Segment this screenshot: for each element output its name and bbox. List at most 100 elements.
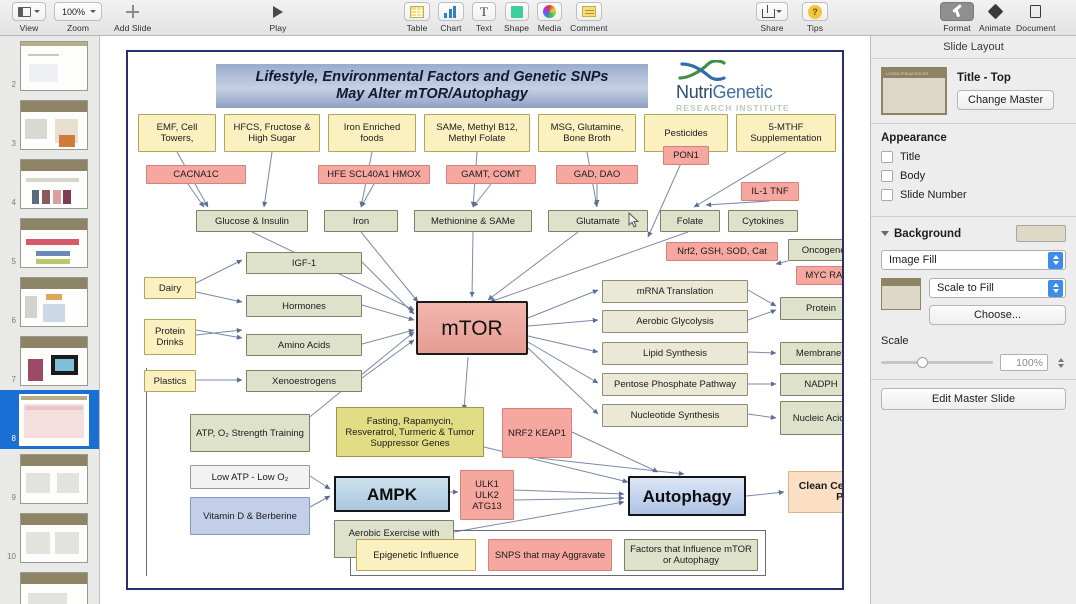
zoom-control[interactable]: 100% Zoom: [54, 2, 103, 33]
edit-master-slide-button[interactable]: Edit Master Slide: [881, 388, 1066, 410]
slide-thumbnail-9[interactable]: 9: [0, 449, 99, 508]
diagram-node-atp[interactable]: ATP, O₂ Strength Training: [190, 414, 310, 452]
diagram-node-aminoacids[interactable]: Amino Acids: [246, 334, 362, 356]
diagram-node-nucleotide[interactable]: Nucleotide Synthesis: [602, 404, 748, 427]
slide-thumbnail-8[interactable]: 8: [0, 390, 99, 449]
tips-button[interactable]: ? Tips: [802, 2, 828, 33]
background-image-thumbnail[interactable]: [881, 278, 921, 310]
background-color-swatch[interactable]: [1016, 225, 1066, 242]
slide-preview[interactable]: [19, 393, 89, 446]
change-master-button[interactable]: Change Master: [957, 90, 1055, 110]
diagram-node-gad[interactable]: GAD, DAO: [556, 165, 638, 184]
diagram-node-xenoestro[interactable]: Xenoestrogens: [246, 370, 362, 392]
diagram-node-igf1[interactable]: IGF-1: [246, 252, 362, 274]
diagram-node-hormones[interactable]: Hormones: [246, 295, 362, 317]
slide-preview[interactable]: [20, 512, 88, 563]
diagram-node-methionine[interactable]: Methionine & SAMe: [414, 210, 532, 232]
diagram-node-hfcs[interactable]: HFCS, Fructose & High Sugar: [224, 114, 320, 152]
diagram-node-nrf2gsh[interactable]: Nrf2, GSH, SOD, Cat: [666, 242, 778, 261]
diagram-node-aerobicgly[interactable]: Aerobic Glycolysis: [602, 310, 748, 333]
diagram-node-pon1[interactable]: PON1: [663, 146, 709, 165]
diagram-node-snps[interactable]: SNPS that may Aggravate: [488, 539, 612, 571]
diagram-node-il1tnf[interactable]: IL-1 TNF: [741, 182, 799, 201]
checkbox-slide-number[interactable]: Slide Number: [881, 189, 1066, 201]
table-button[interactable]: Table: [404, 2, 430, 33]
checkbox-icon[interactable]: [881, 151, 893, 163]
slide-navigator[interactable]: 2 3 4 5 6 7 8 9 10 11: [0, 36, 100, 604]
comment-button[interactable]: Comment: [570, 2, 608, 33]
slide-preview[interactable]: [20, 571, 88, 604]
scale-value-field[interactable]: 100%: [1000, 354, 1048, 371]
shape-button[interactable]: Shape: [504, 2, 529, 33]
fill-type-select[interactable]: Image Fill: [881, 250, 1066, 270]
media-button[interactable]: Media: [537, 2, 563, 33]
diagram-node-hfe[interactable]: HFE SCL40A1 HMOX: [318, 165, 430, 184]
checkbox-body[interactable]: Body: [881, 170, 1066, 182]
slide-preview[interactable]: [20, 99, 88, 150]
master-thumbnail[interactable]: LOREM IPSUM DOLOR: [881, 67, 947, 115]
diagram-node-mycras[interactable]: MYC RAS: [796, 266, 842, 285]
slide-thumbnail-10[interactable]: 10: [0, 508, 99, 567]
diagram-node-pentose[interactable]: Pentose Phosphate Pathway: [602, 373, 748, 396]
animate-button[interactable]: Animate: [978, 2, 1012, 33]
diagram-node-cytokines[interactable]: Cytokines: [728, 210, 798, 232]
diagram-node-gamt[interactable]: GAMT, COMT: [446, 165, 536, 184]
diagram-node-fasting[interactable]: Fasting, Rapamycin, Resveratrol, Turmeri…: [336, 407, 484, 457]
diagram-node-same[interactable]: SAMe, Methyl B12, Methyl Folate: [424, 114, 530, 152]
diagram-node-msg[interactable]: MSG, Glutamine, Bone Broth: [538, 114, 636, 152]
slide-thumbnail-4[interactable]: 4: [0, 154, 99, 213]
diagram-node-vitamind[interactable]: Vitamin D & Berberine: [190, 497, 310, 535]
slide-thumbnail-11[interactable]: 11: [0, 567, 99, 604]
diagram-node-dairy[interactable]: Dairy: [144, 277, 196, 299]
diagram-node-oncogenes[interactable]: Oncogenes: [788, 239, 842, 261]
choose-image-button[interactable]: Choose...: [929, 305, 1066, 325]
slide-preview[interactable]: [20, 40, 88, 91]
format-button[interactable]: Format: [940, 2, 974, 33]
diagram-node-plastics[interactable]: Plastics: [144, 370, 196, 392]
checkbox-title[interactable]: Title: [881, 151, 1066, 163]
diagram-node-autophagy[interactable]: Autophagy: [628, 476, 746, 516]
diagram-node-glucose[interactable]: Glucose & Insulin: [196, 210, 308, 232]
diagram-node-lowatp[interactable]: Low ATP - Low O₂: [190, 465, 310, 489]
diagram-node-ironfoods[interactable]: Iron Enriched foods: [328, 114, 416, 152]
diagram-node-cacna1c[interactable]: CACNA1C: [146, 165, 246, 184]
slide-thumbnail-6[interactable]: 6: [0, 272, 99, 331]
view-button[interactable]: View: [12, 2, 46, 33]
scale-slider[interactable]: [881, 357, 993, 368]
diagram-node-nadph[interactable]: NADPH: [780, 373, 842, 396]
slide-preview[interactable]: [20, 217, 88, 268]
slide-thumbnail-3[interactable]: 3: [0, 95, 99, 154]
diagram-node-lipidsyn[interactable]: Lipid Synthesis: [602, 342, 748, 365]
slider-knob[interactable]: [916, 357, 928, 368]
diagram-node-ampk[interactable]: AMPK: [334, 476, 450, 512]
share-button[interactable]: Share: [756, 2, 788, 33]
scale-mode-select[interactable]: Scale to Fill: [929, 278, 1066, 298]
chart-button[interactable]: Chart: [438, 2, 464, 33]
text-button[interactable]: T Text: [472, 2, 496, 33]
slide-preview[interactable]: [20, 158, 88, 209]
diagram-node-protein_dr[interactable]: Protein Drinks: [144, 319, 196, 355]
diagram-node-nrf2keap1[interactable]: NRF2 KEAP1: [502, 408, 572, 458]
checkbox-icon[interactable]: [881, 170, 893, 182]
diagram-node-mtor[interactable]: mTOR: [416, 301, 528, 355]
disclosure-triangle-icon[interactable]: [881, 231, 889, 236]
document-button[interactable]: Document: [1016, 2, 1056, 33]
checkbox-icon[interactable]: [881, 189, 893, 201]
diagram-node-mthf[interactable]: 5-MTHF Supplementation: [736, 114, 836, 152]
diagram-node-emf[interactable]: EMF, Cell Towers,: [138, 114, 216, 152]
slide-thumbnail-5[interactable]: 5: [0, 213, 99, 272]
slide-thumbnail-2[interactable]: 2: [0, 36, 99, 95]
scale-stepper[interactable]: [1055, 354, 1066, 371]
diagram-node-folate[interactable]: Folate: [660, 210, 720, 232]
diagram-node-membranes[interactable]: Membranes: [780, 342, 842, 365]
slide-preview[interactable]: [20, 453, 88, 504]
diagram-node-protein[interactable]: Protein: [780, 297, 842, 320]
diagram-node-iron[interactable]: Iron: [324, 210, 398, 232]
diagram-node-epigenetic[interactable]: Epigenetic Influence: [356, 539, 476, 571]
play-button[interactable]: Play: [266, 2, 290, 33]
slide-preview[interactable]: [20, 335, 88, 386]
slide-thumbnail-7[interactable]: 7: [0, 331, 99, 390]
diagram-node-factors[interactable]: Factors that Influence mTOR or Autophagy: [624, 539, 758, 571]
diagram-node-ulk[interactable]: ULK1 ULK2 ATG13: [460, 470, 514, 520]
add-slide-button[interactable]: Add Slide: [114, 2, 151, 33]
